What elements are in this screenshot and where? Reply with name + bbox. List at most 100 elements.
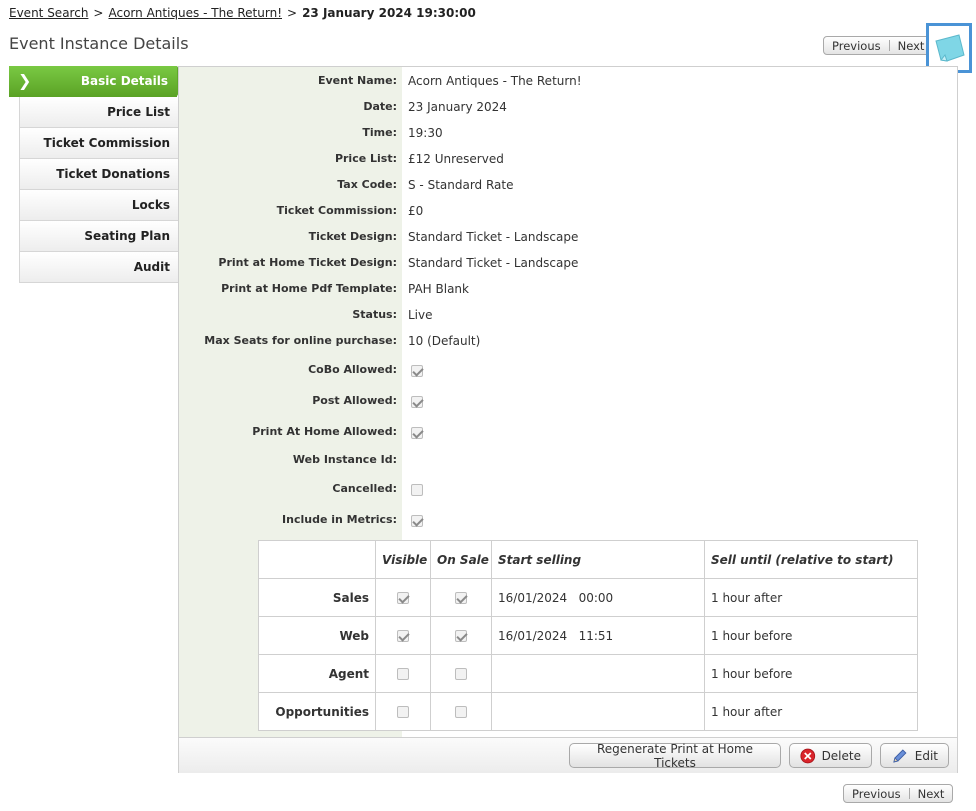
tab-audit[interactable]: Audit (19, 252, 179, 283)
channel-name: Opportunities (258, 692, 376, 731)
sell-until-value: 1 hour before (704, 616, 918, 655)
sales-visible-checkbox[interactable] (397, 592, 409, 604)
breadcrumb-event-search-link[interactable]: Event Search (9, 6, 88, 20)
field-label: Event Name: (317, 74, 397, 87)
next-button[interactable]: Next (910, 785, 953, 802)
field-label: Max Seats for online purchase: (204, 334, 397, 347)
previous-button[interactable]: Previous (844, 785, 909, 802)
channel-name: Sales (258, 578, 376, 617)
channel-name: Agent (258, 654, 376, 693)
channel-name: Web (258, 616, 376, 655)
pencil-icon (893, 748, 907, 763)
field-pah-ticket-design: Print at Home Ticket Design: Standard Tic… (179, 255, 959, 273)
field-label: Ticket Design: (308, 230, 397, 243)
agent-visible-checkbox[interactable] (397, 668, 409, 680)
table-header-sell-until: Sell until (relative to start) (704, 540, 918, 579)
table-row: Opportunities 1 hour after (258, 692, 918, 731)
sales-channels-table: Visible On Sale Start selling Sell until… (258, 540, 918, 731)
start-selling-value (491, 692, 705, 731)
breadcrumb-separator: > (287, 6, 298, 20)
tab-label: Basic Details (80, 74, 168, 88)
field-label: Tax Code: (337, 178, 397, 191)
field-label: Ticket Commission: (276, 204, 397, 217)
pager-bottom: Previous Next (843, 784, 954, 803)
sell-until-value: 1 hour after (704, 692, 918, 731)
field-pah-pdf-template: Print at Home Pdf Template: PAH Blank (179, 281, 959, 299)
sticky-note-icon (935, 34, 965, 62)
field-value: Standard Ticket - Landscape (408, 256, 579, 270)
post-allowed-checkbox[interactable] (411, 395, 423, 408)
pah-allowed-checkbox[interactable] (411, 426, 423, 439)
field-value: Live (408, 308, 433, 322)
field-time: Time: 19:30 (179, 125, 959, 143)
table-header-visible: Visible (375, 540, 431, 579)
cancelled-checkbox[interactable] (411, 483, 423, 496)
tab-ticket-donations[interactable]: Ticket Donations (19, 159, 179, 190)
pager-top: Previous Next (823, 36, 934, 55)
tab-list: ❯ Basic Details Price List Ticket Commiss… (9, 66, 187, 283)
field-label: Time: (362, 126, 397, 139)
start-selling-value: 16/01/2024 00:00 (491, 578, 705, 617)
field-label: CoBo Allowed: (308, 363, 397, 376)
edit-button[interactable]: Edit (880, 743, 949, 768)
cobo-allowed-checkbox[interactable] (411, 364, 423, 377)
tab-locks[interactable]: Locks (19, 190, 179, 221)
delete-button[interactable]: Delete (789, 743, 872, 768)
include-metrics-checkbox[interactable] (411, 514, 423, 527)
field-max-seats: Max Seats for online purchase: 10 (Defaul… (179, 333, 959, 351)
field-cancelled: Cancelled: (179, 481, 959, 499)
tab-label: Seating Plan (84, 229, 170, 243)
agent-on-sale-checkbox[interactable] (455, 668, 467, 680)
previous-button[interactable]: Previous (824, 37, 889, 54)
breadcrumb-separator: > (93, 6, 104, 20)
field-value: £0 (408, 204, 424, 218)
tab-basic-details[interactable]: ❯ Basic Details (9, 66, 187, 97)
web-visible-checkbox[interactable] (397, 630, 409, 642)
field-event-name: Event Name: Acorn Antiques - The Return! (179, 73, 959, 91)
field-label: Print at Home Ticket Design: (218, 256, 397, 269)
field-ticket-commission: Ticket Commission: £0 (179, 203, 959, 221)
table-row: Sales 16/01/2024 00:00 1 hour after (258, 578, 918, 617)
field-tax-code: Tax Code: S - Standard Rate (179, 177, 959, 195)
opportunities-visible-checkbox[interactable] (397, 706, 409, 718)
field-value: Standard Ticket - Landscape (408, 230, 579, 244)
table-header-on-sale: On Sale (430, 540, 492, 579)
chevron-right-icon: ❯ (18, 71, 32, 90)
tab-ticket-commission[interactable]: Ticket Commission (19, 128, 179, 159)
field-value: 19:30 (408, 126, 443, 140)
field-include-metrics: Include in Metrics: (179, 512, 959, 530)
field-label: Date: (363, 100, 397, 113)
field-label: Include in Metrics: (282, 513, 397, 526)
field-pah-allowed: Print At Home Allowed: (179, 424, 959, 442)
button-label: Delete (821, 748, 861, 763)
tab-label: Audit (133, 260, 170, 274)
button-label: Edit (914, 748, 938, 763)
tab-seating-plan[interactable]: Seating Plan (19, 221, 179, 252)
field-label: Web Instance Id: (292, 453, 397, 466)
sell-until-value: 1 hour after (704, 578, 918, 617)
table-row: Web 16/01/2024 11:51 1 hour before (258, 616, 918, 655)
field-label: Post Allowed: (312, 394, 397, 407)
breadcrumb-event-link[interactable]: Acorn Antiques - The Return! (108, 6, 282, 20)
field-label: Print At Home Allowed: (252, 425, 397, 438)
opportunities-on-sale-checkbox[interactable] (455, 706, 467, 718)
field-status: Status: Live (179, 307, 959, 325)
sales-on-sale-checkbox[interactable] (455, 592, 467, 604)
regenerate-pah-tickets-button[interactable]: Regenerate Print at Home Tickets (569, 742, 781, 770)
table-row: Agent 1 hour before (258, 654, 918, 693)
field-value: 10 (Default) (408, 334, 481, 348)
field-ticket-design: Ticket Design: Standard Ticket - Landscap… (179, 229, 959, 247)
field-web-instance-id: Web Instance Id: (179, 452, 959, 470)
tab-label: Ticket Commission (43, 136, 170, 150)
tab-label: Ticket Donations (56, 167, 170, 181)
field-label: Print at Home Pdf Template: (221, 282, 397, 295)
web-on-sale-checkbox[interactable] (455, 630, 467, 642)
action-bar: Regenerate Print at Home Tickets Delete … (179, 737, 957, 773)
tab-price-list[interactable]: Price List (19, 97, 179, 128)
field-label: Status: (352, 308, 397, 321)
start-selling-value: 16/01/2024 11:51 (491, 616, 705, 655)
details-panel: Event Name: Acorn Antiques - The Return! … (178, 66, 958, 773)
delete-icon (800, 748, 816, 763)
field-post-allowed: Post Allowed: (179, 393, 959, 411)
field-label: Price List: (334, 152, 397, 165)
